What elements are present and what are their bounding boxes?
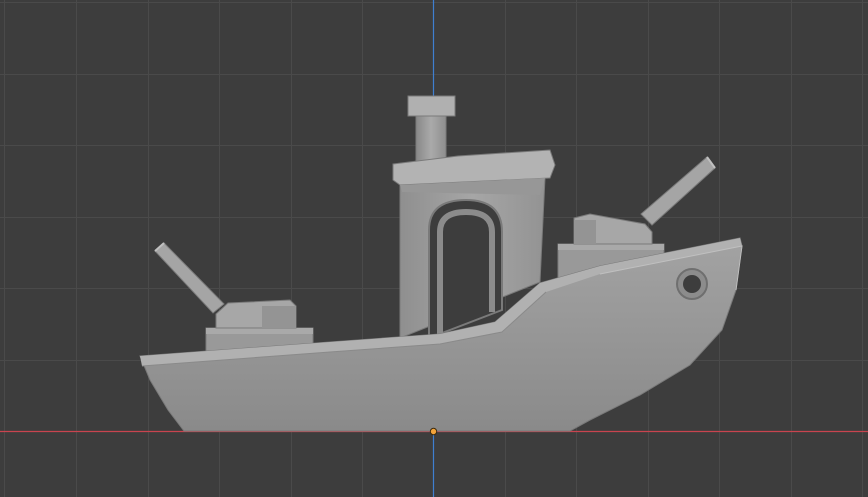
viewport-canvas[interactable]	[0, 0, 868, 497]
rear-gun-barrel	[154, 242, 225, 314]
front-gun-barrel	[640, 156, 716, 226]
object-origin-point[interactable]	[429, 427, 438, 436]
3d-viewport[interactable]	[0, 0, 868, 497]
chimney	[407, 95, 456, 165]
benchy-model[interactable]	[139, 95, 743, 432]
